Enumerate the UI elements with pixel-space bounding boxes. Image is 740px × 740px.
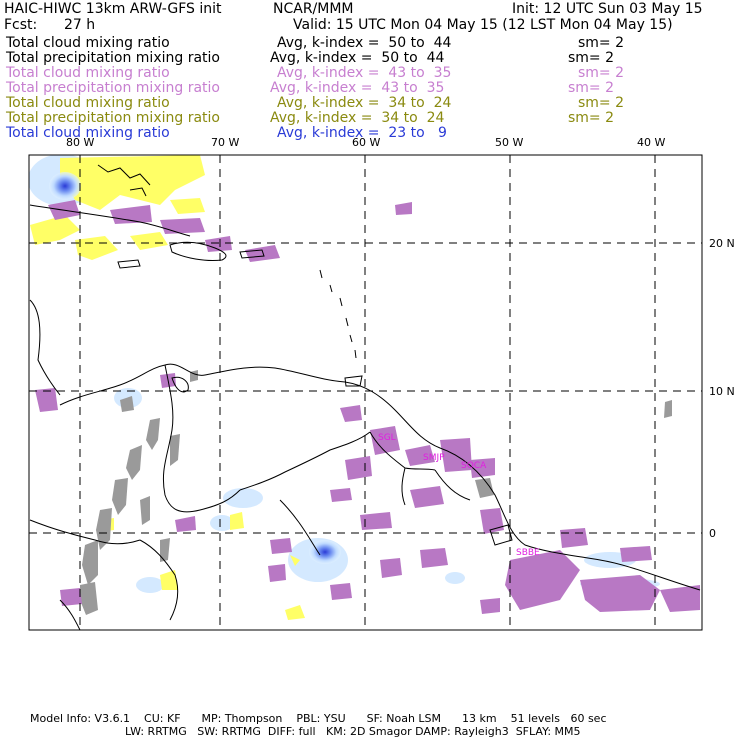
lon-label-60w: 60 W <box>352 136 380 149</box>
longitude-labels: 80 W 70 W 60 W 50 W 40 W <box>66 136 665 149</box>
lon-label-50w: 50 W <box>495 136 523 149</box>
station-label-sgl: SGL <box>378 433 396 443</box>
latitude-labels: 20 N 10 N 0 <box>709 237 735 540</box>
station-label-soca: SOCA <box>461 461 487 471</box>
dark-blue-blob-north <box>49 172 81 200</box>
lon-label-40w: 40 W <box>637 136 665 149</box>
lat-label-equator: 0 <box>709 527 716 540</box>
model-info-line1: Model Info: V3.6.1 CU: KF MP: Thompson P… <box>30 712 607 725</box>
lat-label-10n: 10 N <box>709 385 735 398</box>
purple-cloud-regions <box>35 200 700 614</box>
forecast-map: 80 W 70 W 60 W 50 W 40 W 20 N 10 N 0 SGL… <box>28 136 735 631</box>
map-fields <box>29 155 700 620</box>
station-label-sbbe: SBBE <box>516 548 540 558</box>
station-label-smjp: SMJP <box>423 453 445 463</box>
dark-blue-blob-equator <box>309 540 341 564</box>
lon-label-70w: 70 W <box>211 136 239 149</box>
lat-label-20n: 20 N <box>709 237 735 250</box>
lon-label-80w: 80 W <box>66 136 94 149</box>
model-info-line2: LW: RRTMG SW: RRTMG DIFF: full KM: 2D Sm… <box>125 725 581 738</box>
